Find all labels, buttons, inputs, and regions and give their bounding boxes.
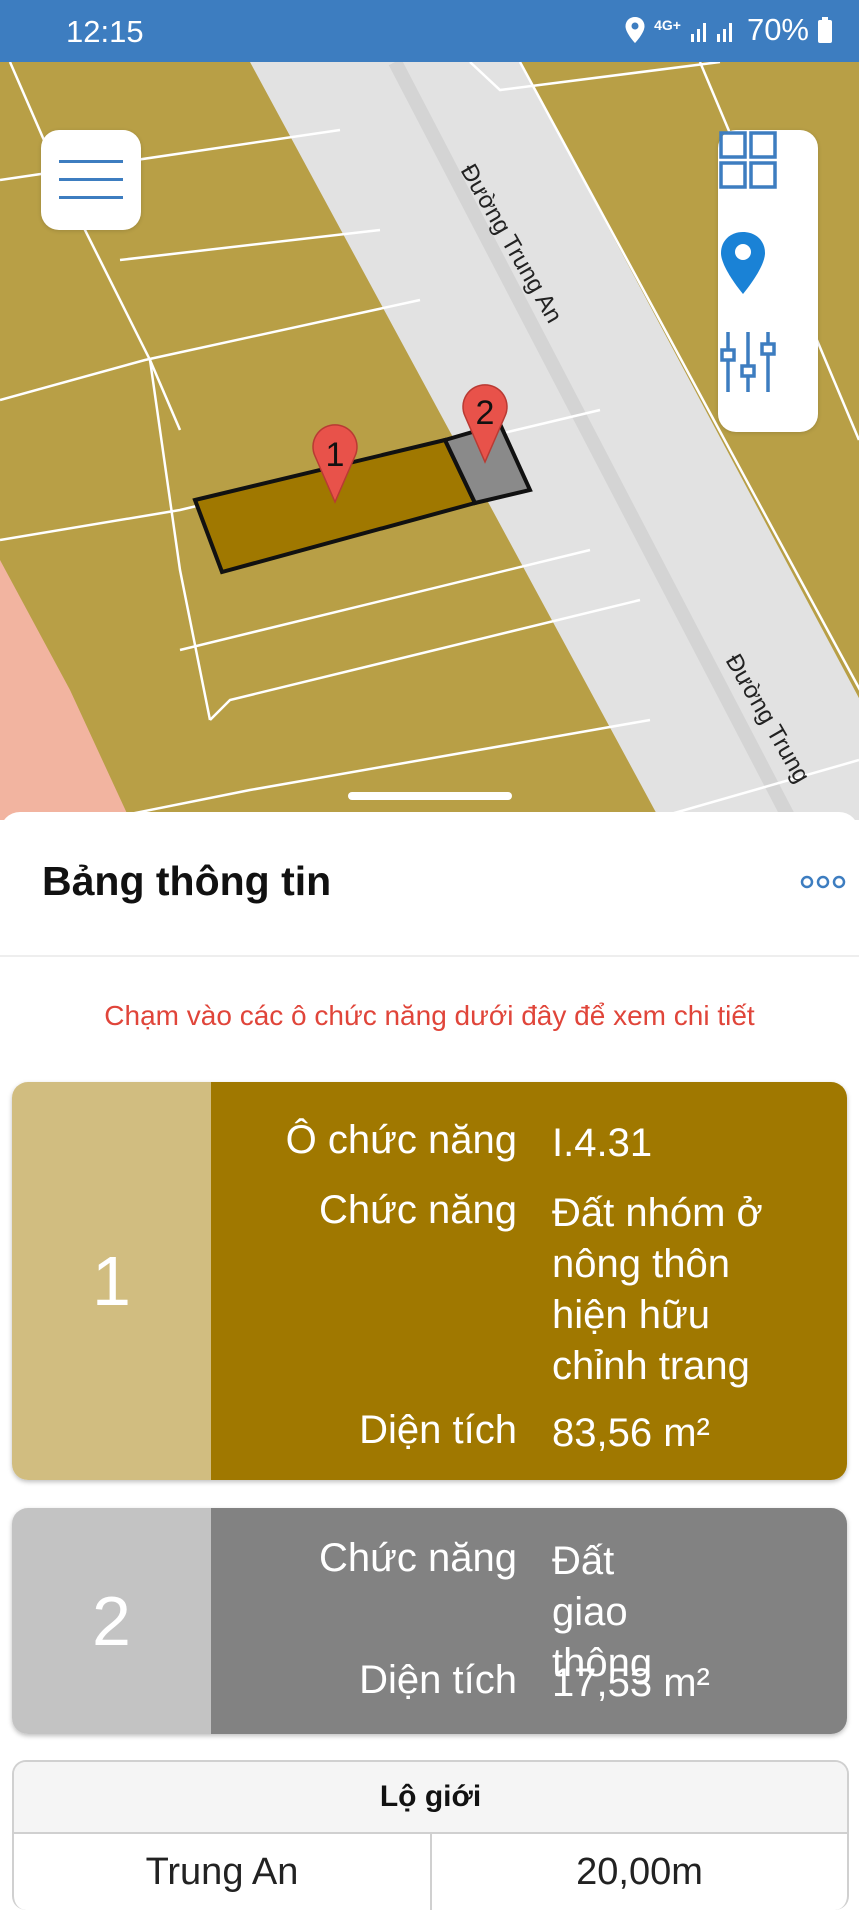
parcel-row-label: Chức năng (318, 1188, 517, 1232)
map-tools-panel (718, 130, 818, 432)
locate-button[interactable] (718, 230, 818, 330)
menu-button[interactable] (41, 130, 141, 230)
table-header: Lộ giới (14, 1762, 847, 1834)
parcel-card-1[interactable]: 1 Ô chức năng I.4.31 Chức năng Đất nhóm … (12, 1082, 847, 1480)
location-status-icon (625, 17, 645, 43)
battery-icon (818, 17, 832, 43)
parcel-row-value: 17,53 m² (552, 1661, 710, 1705)
parcel-row: Diện tích 17,53 m² (211, 1658, 847, 1705)
hamburger-menu-icon (59, 160, 123, 199)
table-cell-width: 20,00m (576, 1850, 703, 1893)
parcel-row-label: Chức năng (318, 1536, 517, 1580)
parcel-row-label: Diện tích (359, 1408, 517, 1452)
parcel-row-value: Đất nhóm ở nông thôn hiện hữu chỉnh tran… (552, 1191, 763, 1388)
sliders-icon (720, 332, 776, 392)
parcel-row-label: Diện tích (359, 1658, 517, 1702)
map-marker-1-label: 1 (326, 436, 345, 474)
filter-button[interactable] (718, 330, 818, 430)
sheet-divider (0, 955, 859, 957)
layers-grid-button[interactable] (718, 130, 818, 230)
network-type: 4G+ (654, 17, 681, 33)
parcel-row-value: 83,56 m² (552, 1411, 710, 1455)
grid-icon (719, 131, 777, 189)
map-view[interactable]: 1 2 Đường Trung An Đường Trung (0, 62, 859, 820)
table-cell-road: Trung An (14, 1834, 432, 1910)
parcel-row: Chức năng Đất nhóm ở nông thôn hiện hữu … (211, 1188, 847, 1388)
hint-text: Chạm vào các ô chức năng dưới đây để xem… (104, 1000, 755, 1031)
map-marker-2-label: 2 (476, 394, 495, 432)
parcel-card-number: 1 (12, 1082, 211, 1480)
parcel-row: Chức năng Đất giao thông (211, 1536, 847, 1685)
more-dots-icon[interactable] (800, 872, 846, 892)
sheet-drag-handle[interactable] (348, 792, 512, 800)
location-pin-icon (721, 232, 765, 294)
status-bar: 12:15 4G+ 70% (0, 0, 859, 62)
parcel-row-label: Ô chức năng (285, 1118, 517, 1162)
signal-icon (690, 23, 732, 42)
sheet-title: Bảng thông tin (42, 858, 332, 904)
parcel-row: Diện tích 83,56 m² (211, 1408, 847, 1455)
parcel-card-number: 2 (12, 1508, 211, 1734)
road-width-table: Lộ giới Trung An 20,00m (12, 1760, 849, 1910)
parcel-row-value: I.4.31 (552, 1121, 653, 1165)
status-time: 12:15 (66, 14, 144, 49)
parcel-row: Ô chức năng I.4.31 (211, 1118, 847, 1165)
battery-text: 70% (746, 12, 809, 47)
parcel-card-2[interactable]: 2 Chức năng Đất giao thông Diện tích 17,… (12, 1508, 847, 1734)
